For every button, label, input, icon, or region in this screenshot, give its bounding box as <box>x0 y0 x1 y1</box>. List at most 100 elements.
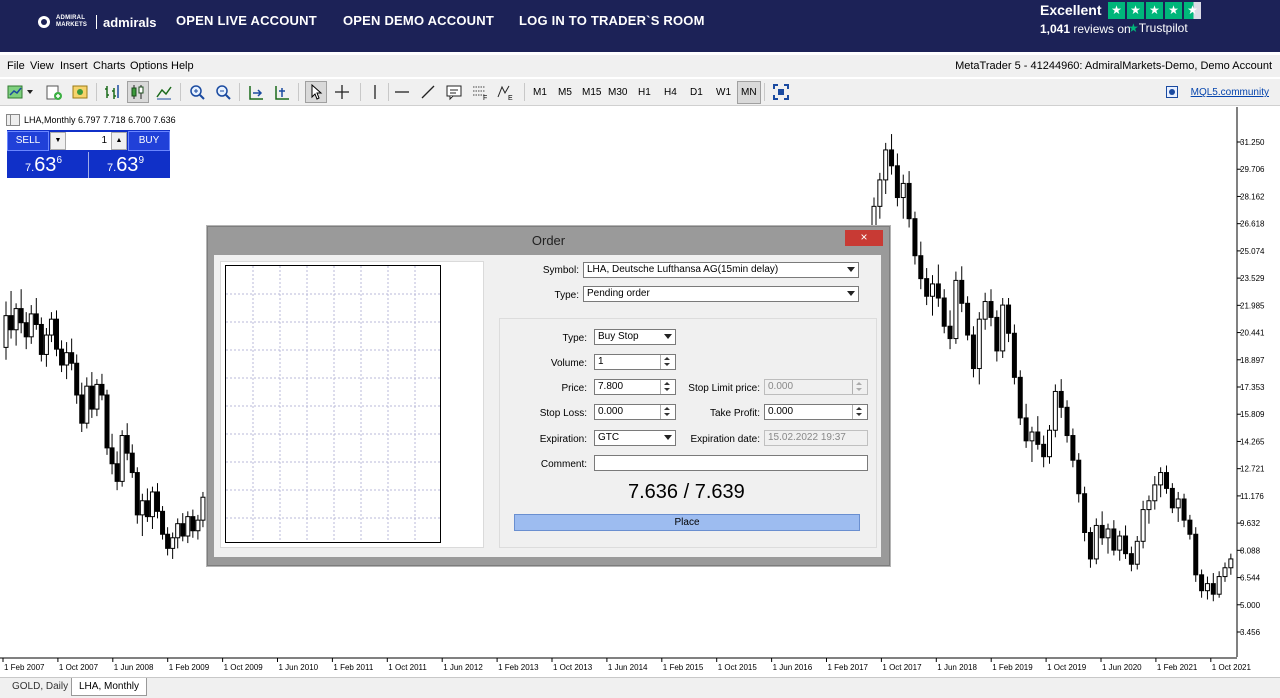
candle-body <box>94 383 100 410</box>
profiles-icon[interactable] <box>44 82 64 102</box>
price-tick-label: 14.265 <box>1240 437 1265 446</box>
candle-body <box>1082 493 1088 533</box>
symbol-label: Symbol: <box>542 265 579 276</box>
crosshair-icon[interactable] <box>332 82 352 102</box>
spinner-arrows-icon[interactable] <box>852 405 867 419</box>
spinner-arrows-icon[interactable] <box>660 405 675 419</box>
new-chart-icon[interactable] <box>6 82 26 102</box>
text-label-icon[interactable] <box>444 82 464 102</box>
admirals-logo[interactable]: ADMIRAL MARKETS admirals <box>38 12 156 32</box>
candlestick-chart-icon[interactable] <box>127 81 149 103</box>
comment-input[interactable] <box>594 455 868 471</box>
menu-insert[interactable]: Insert <box>60 60 88 72</box>
candle-body <box>941 297 947 327</box>
buy-price-mid: 63 <box>116 154 139 176</box>
fibonacci-icon[interactable]: F <box>470 82 490 102</box>
elliott-wave-icon[interactable]: E <box>496 82 516 102</box>
volume-decrease-button[interactable]: ▼ <box>50 132 66 150</box>
chevron-down-icon <box>664 435 672 440</box>
timeframe-m15[interactable]: M15 <box>582 87 601 98</box>
buy-button[interactable]: BUY <box>128 131 170 151</box>
spinner-arrows-icon[interactable] <box>660 355 675 369</box>
mql5-community-link[interactable]: MQL5.community <box>1191 87 1269 98</box>
candle-body <box>900 182 906 199</box>
tab-lha-monthly[interactable]: LHA, Monthly <box>71 678 148 696</box>
trustpilot-logo[interactable]: ★Trustpilot <box>1128 21 1188 35</box>
nav-login-traders-room[interactable]: LOG IN TO TRADER`S ROOM <box>519 13 705 28</box>
vertical-line-icon[interactable] <box>365 82 385 102</box>
market-watch-icon[interactable] <box>70 82 90 102</box>
sell-price[interactable]: 7.636 <box>25 154 62 177</box>
date-tick-label: 1 Jun 2008 <box>114 663 154 672</box>
timeframe-h4[interactable]: H4 <box>664 87 677 98</box>
close-button[interactable]: × <box>845 230 883 246</box>
place-button[interactable]: Place <box>514 514 860 531</box>
toolbar-separator <box>764 83 765 101</box>
take-profit-spinner[interactable]: 0.000 <box>764 404 868 420</box>
cursor-icon[interactable] <box>305 81 327 103</box>
date-tick-label: 1 Jun 2020 <box>1102 663 1142 672</box>
stop-limit-spinner[interactable]: 0.000 <box>764 379 868 395</box>
menu-file[interactable]: File <box>7 60 25 72</box>
nav-open-demo-account[interactable]: OPEN DEMO ACCOUNT <box>343 13 494 28</box>
timeframe-m5[interactable]: M5 <box>558 87 572 98</box>
buy-price[interactable]: 7.639 <box>107 154 144 177</box>
half-star-icon: ★ <box>1184 2 1201 19</box>
volume-increase-button[interactable]: ▲ <box>111 132 127 150</box>
menu-view[interactable]: View <box>30 60 54 72</box>
timeframe-mn[interactable]: MN <box>737 81 761 104</box>
order-kind-select[interactable]: Pending order <box>583 286 859 302</box>
stop-loss-spinner[interactable]: 0.000 <box>594 404 676 420</box>
timeframe-d1[interactable]: D1 <box>690 87 703 98</box>
volume-input[interactable]: 1 <box>101 135 107 146</box>
auto-scroll-icon[interactable] <box>246 82 266 102</box>
bar-chart-icon[interactable] <box>102 82 122 102</box>
date-tick-label: 1 Jun 2010 <box>279 663 319 672</box>
candle-body <box>889 149 895 167</box>
take-profit-value: 0.000 <box>768 406 794 417</box>
volume-spinner[interactable]: 1 <box>594 354 676 370</box>
horizontal-line-icon[interactable] <box>392 82 412 102</box>
chart-shift-icon[interactable] <box>272 82 292 102</box>
expiration-date-label: Expiration date: <box>690 434 761 445</box>
spinner-arrows-icon[interactable] <box>852 380 867 394</box>
candle-body <box>970 334 976 370</box>
logo-separator <box>96 15 97 29</box>
pending-type-select[interactable]: Buy Stop <box>594 329 676 345</box>
trustpilot-count: 1,041 <box>1040 22 1071 36</box>
stop-loss-label: Stop Loss: <box>539 408 587 419</box>
symbol-select[interactable]: LHA, Deutsche Lufthansa AG(15min delay) <box>583 262 859 278</box>
zoom-out-icon[interactable] <box>213 82 233 102</box>
trend-line-icon[interactable] <box>418 82 438 102</box>
spinner-arrows-icon[interactable] <box>660 380 675 394</box>
menu-help[interactable]: Help <box>171 60 194 72</box>
one-click-trading-panel: SELL ▼ 1 ▲ BUY 7.636 7.639 <box>7 130 170 178</box>
tick-chart-preview <box>220 261 484 548</box>
expiration-select[interactable]: GTC <box>594 430 676 446</box>
timeframe-m1[interactable]: M1 <box>533 87 547 98</box>
candle-body <box>994 316 1000 352</box>
candle-body <box>935 283 941 299</box>
price-spinner[interactable]: 7.800 <box>594 379 676 395</box>
tab-gold-daily[interactable]: GOLD, Daily <box>5 678 75 695</box>
menu-charts[interactable]: Charts <box>93 60 125 72</box>
sell-button[interactable]: SELL <box>7 131 49 151</box>
trustpilot-reviews[interactable]: 1,041 reviews on <box>1040 22 1131 36</box>
candle-body <box>1011 332 1017 378</box>
expiration-date-field[interactable]: 15.02.2022 19:37 <box>764 430 868 446</box>
order-dialog-title[interactable]: Order <box>208 227 889 255</box>
menu-options[interactable]: Options <box>130 60 168 72</box>
star-icon: ★ <box>1127 2 1144 19</box>
price-tick-label: 5.000 <box>1240 601 1261 610</box>
candle-body <box>1164 472 1169 489</box>
nav-open-live-account[interactable]: OPEN LIVE ACCOUNT <box>176 13 317 28</box>
candle-body <box>1023 417 1029 442</box>
zoom-in-icon[interactable] <box>187 82 207 102</box>
line-chart-icon[interactable] <box>154 82 174 102</box>
chevron-down-icon[interactable] <box>24 82 36 102</box>
fullscreen-icon[interactable] <box>771 82 791 102</box>
timeframe-w1[interactable]: W1 <box>716 87 731 98</box>
timeframe-m30[interactable]: M30 <box>608 87 627 98</box>
candle-body <box>185 516 191 537</box>
timeframe-h1[interactable]: H1 <box>638 87 651 98</box>
